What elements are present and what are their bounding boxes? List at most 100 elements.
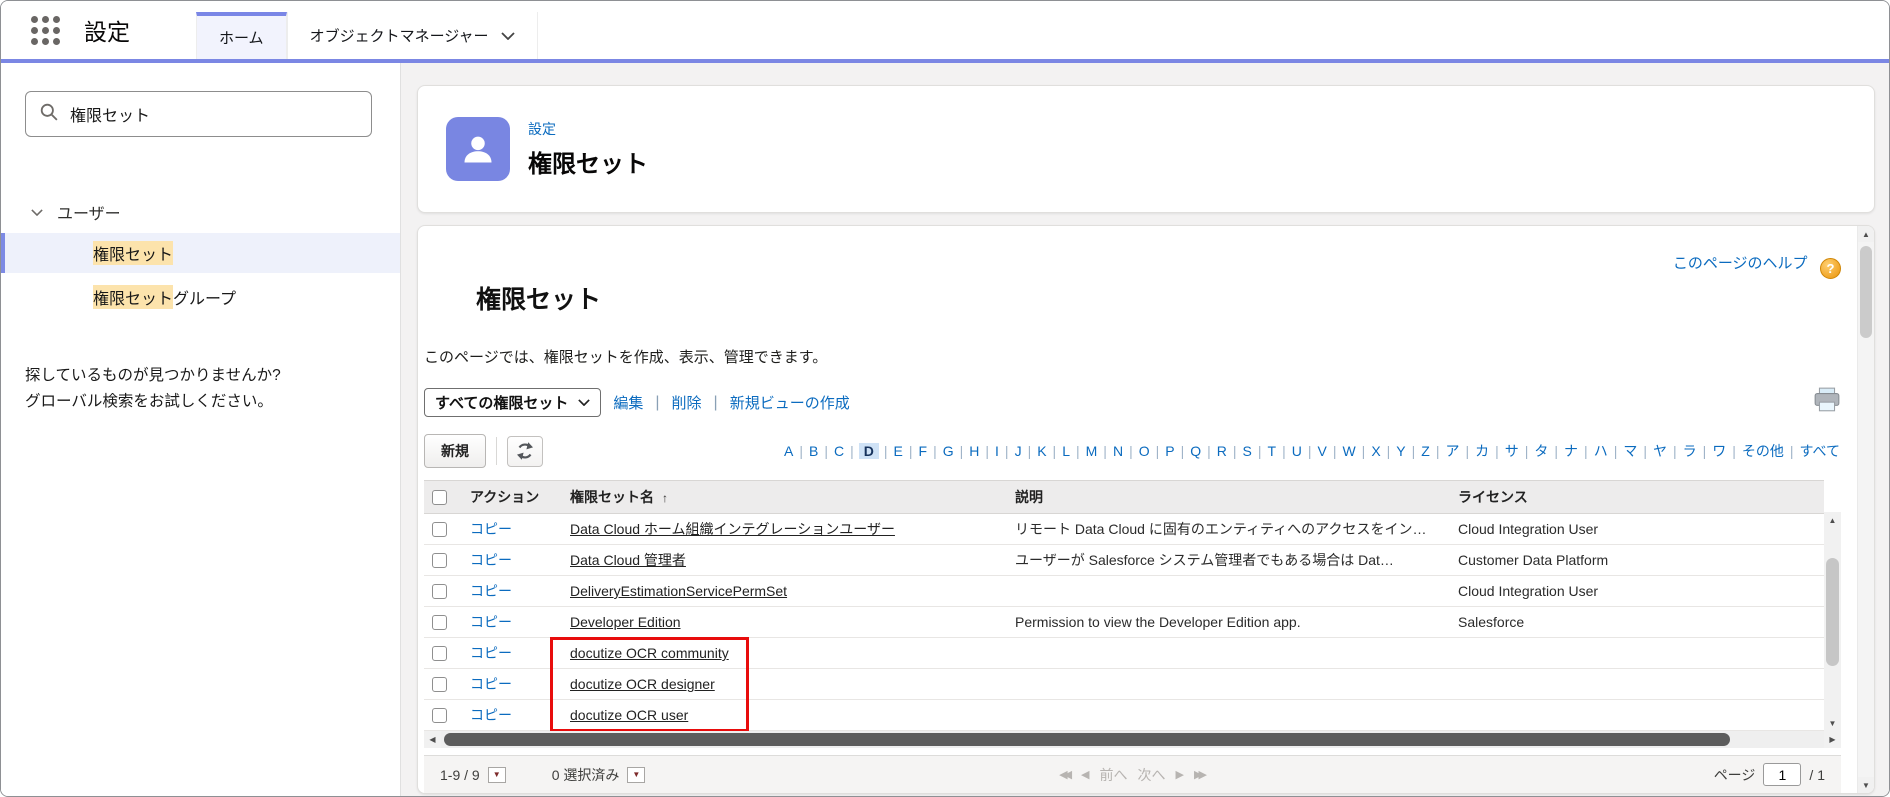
create-view-link[interactable]: 新規ビューの作成 bbox=[730, 392, 850, 413]
alphabet-link[interactable]: K bbox=[1036, 443, 1047, 459]
alphabet-link[interactable]: U bbox=[1291, 443, 1303, 459]
delete-view-link[interactable]: 削除 bbox=[672, 392, 702, 413]
quick-find-box[interactable] bbox=[25, 91, 372, 137]
alphabet-link[interactable]: ナ bbox=[1563, 441, 1579, 461]
tab-home[interactable]: ホーム bbox=[196, 12, 287, 59]
table-vertical-scrollbar[interactable]: ▲ ▼ bbox=[1824, 512, 1841, 731]
alphabet-link[interactable]: R bbox=[1216, 443, 1228, 459]
table-horizontal-scrollbar[interactable]: ◀ ▶ bbox=[424, 731, 1841, 748]
alphabet-link[interactable]: J bbox=[1014, 443, 1023, 459]
alphabet-link[interactable]: M bbox=[1085, 443, 1099, 459]
permission-set-link[interactable]: DeliveryEstimationServicePermSet bbox=[570, 583, 787, 599]
tree-section-users[interactable]: ユーザー bbox=[1, 195, 400, 229]
copy-link[interactable]: コピー bbox=[470, 707, 512, 723]
row-checkbox[interactable] bbox=[432, 615, 447, 631]
alphabet-link[interactable]: すべて bbox=[1799, 441, 1841, 461]
new-button[interactable]: 新規 bbox=[424, 434, 486, 468]
breadcrumb-setup[interactable]: 設定 bbox=[528, 119, 648, 139]
copy-link[interactable]: コピー bbox=[470, 614, 512, 630]
scroll-up-icon[interactable]: ▲ bbox=[1824, 512, 1841, 528]
alphabet-link[interactable]: O bbox=[1138, 443, 1151, 459]
alphabet-link[interactable]: I bbox=[994, 443, 1000, 459]
scroll-left-icon[interactable]: ◀ bbox=[424, 731, 441, 748]
alphabet-link[interactable]: G bbox=[942, 443, 955, 459]
alphabet-link[interactable]: ヤ bbox=[1652, 441, 1668, 461]
app-launcher-icon[interactable] bbox=[31, 15, 60, 45]
view-select[interactable]: すべての権限セット bbox=[424, 388, 602, 417]
select-all-checkbox[interactable] bbox=[432, 490, 447, 506]
horizontal-scroll-thumb[interactable] bbox=[444, 733, 1731, 746]
copy-link[interactable]: コピー bbox=[470, 583, 512, 599]
alphabet-link[interactable]: S bbox=[1242, 443, 1253, 459]
alphabet-link[interactable]: T bbox=[1267, 443, 1278, 459]
scroll-up-icon[interactable]: ▲ bbox=[1858, 226, 1874, 242]
page-input[interactable] bbox=[1763, 763, 1802, 786]
alphabet-link[interactable]: ア bbox=[1444, 441, 1460, 461]
permission-set-link[interactable]: docutize OCR designer bbox=[570, 676, 715, 692]
permission-set-link[interactable]: Data Cloud 管理者 bbox=[570, 552, 686, 568]
copy-link[interactable]: コピー bbox=[470, 552, 512, 568]
column-header-license[interactable]: ライセンス bbox=[1450, 480, 1824, 514]
row-checkbox[interactable] bbox=[432, 553, 447, 569]
alphabet-link[interactable]: カ bbox=[1474, 441, 1490, 461]
alphabet-link[interactable]: C bbox=[833, 443, 845, 459]
permission-set-link[interactable]: docutize OCR community bbox=[570, 645, 729, 661]
permission-set-link[interactable]: docutize OCR user bbox=[570, 707, 688, 723]
next-page-label[interactable]: 次へ bbox=[1138, 765, 1166, 785]
content-vertical-scrollbar[interactable]: ▲ ▼ bbox=[1857, 226, 1874, 793]
tab-object-manager[interactable]: オブジェクトマネージャー bbox=[286, 12, 538, 59]
scroll-right-icon[interactable]: ▶ bbox=[1824, 731, 1841, 748]
outer-scroll-thumb[interactable] bbox=[1860, 246, 1872, 338]
alphabet-link[interactable]: X bbox=[1370, 443, 1381, 459]
permission-set-link[interactable]: Data Cloud ホーム組織インテグレーションユーザー bbox=[570, 521, 895, 537]
copy-link[interactable]: コピー bbox=[470, 645, 512, 661]
alphabet-link[interactable]: D bbox=[858, 443, 879, 459]
edit-view-link[interactable]: 編集 bbox=[613, 392, 643, 413]
alphabet-link[interactable]: その他 bbox=[1741, 441, 1785, 461]
prev-page-icon[interactable]: ◀ bbox=[1081, 768, 1089, 781]
column-header-description[interactable]: 説明 bbox=[1007, 480, 1450, 514]
sidebar-item-permission-set-groups[interactable]: 権限セット グループ bbox=[1, 277, 400, 317]
column-header-name[interactable]: 権限セット名 ↑ bbox=[562, 480, 1007, 514]
alphabet-link[interactable]: Y bbox=[1395, 443, 1406, 459]
last-page-icon[interactable]: ▶▶ bbox=[1194, 768, 1207, 781]
alphabet-link[interactable]: ワ bbox=[1711, 441, 1727, 461]
alphabet-link[interactable]: H bbox=[968, 443, 980, 459]
row-checkbox[interactable] bbox=[432, 522, 447, 538]
alphabet-link[interactable]: N bbox=[1112, 443, 1124, 459]
alphabet-link[interactable]: A bbox=[783, 443, 794, 459]
first-page-icon[interactable]: ◀◀ bbox=[1059, 768, 1072, 781]
alphabet-link[interactable]: タ bbox=[1533, 441, 1549, 461]
row-checkbox[interactable] bbox=[432, 584, 447, 600]
row-checkbox[interactable] bbox=[432, 646, 447, 662]
column-header-action[interactable]: アクション bbox=[462, 480, 562, 514]
next-page-icon[interactable]: ▶ bbox=[1176, 768, 1184, 781]
print-icon[interactable] bbox=[1813, 387, 1841, 418]
alphabet-link[interactable]: Q bbox=[1189, 443, 1202, 459]
alphabet-link[interactable]: F bbox=[918, 443, 929, 459]
selected-dropdown-icon[interactable]: ▼ bbox=[627, 766, 646, 783]
copy-link[interactable]: コピー bbox=[470, 521, 512, 537]
row-checkbox[interactable] bbox=[432, 677, 447, 693]
alphabet-link[interactable]: ラ bbox=[1682, 441, 1698, 461]
alphabet-link[interactable]: W bbox=[1341, 443, 1356, 459]
copy-link[interactable]: コピー bbox=[470, 676, 512, 692]
help-link[interactable]: このページのヘルプ bbox=[1673, 255, 1808, 272]
row-checkbox[interactable] bbox=[432, 708, 447, 724]
permission-set-link[interactable]: Developer Edition bbox=[570, 614, 681, 630]
alphabet-link[interactable]: サ bbox=[1504, 441, 1520, 461]
alphabet-link[interactable]: P bbox=[1164, 443, 1175, 459]
alphabet-link[interactable]: V bbox=[1316, 443, 1327, 459]
vertical-scroll-thumb[interactable] bbox=[1826, 557, 1839, 667]
prev-page-label[interactable]: 前へ bbox=[1100, 765, 1128, 785]
alphabet-link[interactable]: L bbox=[1061, 443, 1071, 459]
alphabet-link[interactable]: E bbox=[893, 443, 904, 459]
alphabet-link[interactable]: Z bbox=[1420, 443, 1431, 459]
scroll-down-icon[interactable]: ▼ bbox=[1858, 777, 1874, 793]
sidebar-item-permission-sets[interactable]: 権限セット bbox=[1, 233, 400, 273]
refresh-button[interactable] bbox=[507, 435, 543, 467]
alphabet-link[interactable]: マ bbox=[1622, 441, 1638, 461]
alphabet-link[interactable]: B bbox=[808, 443, 819, 459]
alphabet-link[interactable]: ハ bbox=[1593, 441, 1609, 461]
help-icon[interactable]: ? bbox=[1820, 258, 1841, 279]
